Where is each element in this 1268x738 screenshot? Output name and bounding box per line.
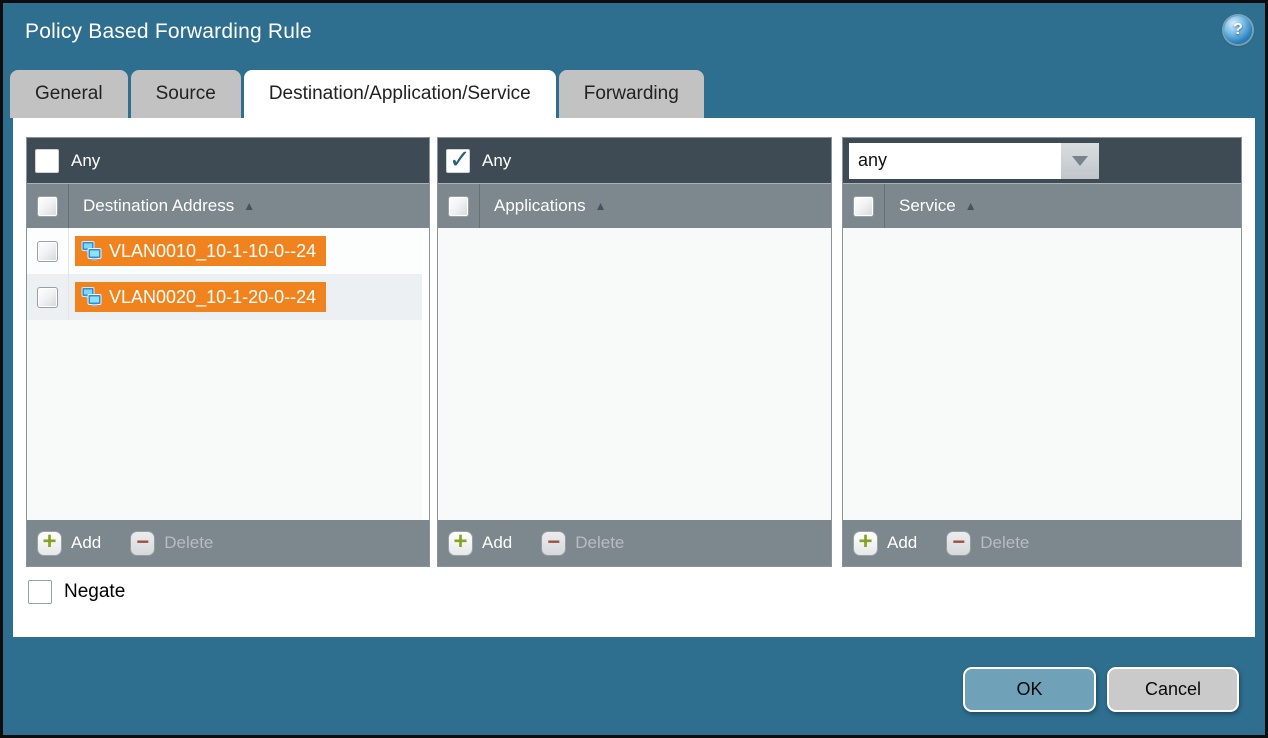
delete-button-label: Delete bbox=[164, 533, 213, 553]
tab-content-panel: Any Destination Address ▲ bbox=[13, 118, 1255, 637]
applications-header-label: Applications bbox=[494, 196, 586, 216]
destination-any-label: Any bbox=[71, 151, 100, 171]
service-column-header: Service ▲ bbox=[843, 184, 1241, 228]
tab-forwarding[interactable]: Forwarding bbox=[559, 70, 704, 118]
negate-label: Negate bbox=[64, 581, 125, 603]
applications-column-header: Applications ▲ bbox=[438, 184, 831, 228]
service-dropdown bbox=[849, 143, 1099, 179]
network-icon bbox=[79, 239, 103, 263]
tab-general[interactable]: General bbox=[10, 70, 128, 118]
service-header-label: Service bbox=[899, 196, 956, 216]
destination-sort-header[interactable]: Destination Address ▲ bbox=[83, 196, 255, 216]
tab-source[interactable]: Source bbox=[131, 70, 241, 118]
destination-any-bar: Any bbox=[27, 138, 429, 184]
applications-sort-header[interactable]: Applications ▲ bbox=[494, 196, 607, 216]
applications-footer: + Add − Delete bbox=[438, 520, 831, 566]
negate-checkbox[interactable] bbox=[28, 580, 52, 604]
destination-column-header: Destination Address ▲ bbox=[27, 184, 429, 228]
add-button[interactable]: + bbox=[37, 531, 62, 556]
row-checkbox[interactable] bbox=[37, 287, 58, 308]
destination-list: VLAN0010_10-1-10-0--24 bbox=[27, 228, 429, 520]
destination-select-all-checkbox[interactable] bbox=[37, 196, 58, 217]
delete-button[interactable]: − bbox=[946, 531, 971, 556]
delete-button[interactable]: − bbox=[130, 531, 155, 556]
destination-footer: + Add − Delete bbox=[27, 520, 429, 566]
applications-panel: Any Applications ▲ + Add − Delete bbox=[437, 137, 832, 567]
service-footer: + Add − Delete bbox=[843, 520, 1241, 566]
address-object-label: VLAN0010_10-1-10-0--24 bbox=[109, 241, 316, 262]
applications-any-label: Any bbox=[482, 151, 511, 171]
add-button-label[interactable]: Add bbox=[71, 533, 101, 553]
cancel-button[interactable]: Cancel bbox=[1107, 667, 1239, 712]
delete-button[interactable]: − bbox=[541, 531, 566, 556]
destination-address-panel: Any Destination Address ▲ bbox=[26, 137, 430, 567]
tab-destination-application-service[interactable]: Destination/Application/Service bbox=[244, 70, 556, 118]
destination-any-checkbox[interactable] bbox=[35, 149, 59, 173]
sort-asc-arrow: ▲ bbox=[243, 200, 255, 212]
tab-bar: General Source Destination/Application/S… bbox=[10, 70, 704, 118]
chevron-down-icon bbox=[1072, 156, 1088, 166]
applications-list bbox=[438, 228, 831, 520]
address-object-chip[interactable]: VLAN0010_10-1-10-0--24 bbox=[75, 236, 326, 266]
service-any-bar bbox=[843, 138, 1241, 184]
destination-row: VLAN0010_10-1-10-0--24 bbox=[27, 228, 429, 274]
add-button-label[interactable]: Add bbox=[482, 533, 512, 553]
policy-based-forwarding-dialog: Policy Based Forwarding Rule ? General S… bbox=[0, 0, 1268, 738]
ok-button[interactable]: OK bbox=[963, 667, 1096, 712]
question-mark-glyph: ? bbox=[1233, 21, 1243, 39]
service-dropdown-button[interactable] bbox=[1061, 143, 1099, 179]
add-button[interactable]: + bbox=[448, 531, 473, 556]
add-button[interactable]: + bbox=[853, 531, 878, 556]
negate-option: Negate bbox=[28, 580, 125, 604]
address-object-chip[interactable]: VLAN0020_10-1-20-0--24 bbox=[75, 282, 326, 312]
row-checkbox[interactable] bbox=[37, 241, 58, 262]
add-button-label[interactable]: Add bbox=[887, 533, 917, 553]
delete-button-label: Delete bbox=[980, 533, 1029, 553]
dialog-title: Policy Based Forwarding Rule bbox=[25, 20, 312, 44]
applications-any-bar: Any bbox=[438, 138, 831, 184]
service-select-all-checkbox[interactable] bbox=[853, 196, 874, 217]
service-panel: Service ▲ + Add − Delete bbox=[842, 137, 1242, 567]
network-icon bbox=[79, 285, 103, 309]
applications-any-checkbox[interactable] bbox=[446, 149, 470, 173]
service-list bbox=[843, 228, 1241, 520]
help-icon[interactable]: ? bbox=[1224, 16, 1252, 44]
sort-asc-arrow: ▲ bbox=[595, 200, 607, 212]
applications-select-all-checkbox[interactable] bbox=[448, 196, 469, 217]
sort-asc-arrow: ▲ bbox=[965, 200, 977, 212]
address-object-label: VLAN0020_10-1-20-0--24 bbox=[109, 287, 316, 308]
service-sort-header[interactable]: Service ▲ bbox=[899, 196, 977, 216]
scrollbar-track[interactable] bbox=[422, 228, 429, 520]
destination-row: VLAN0020_10-1-20-0--24 bbox=[27, 274, 429, 320]
destination-header-label: Destination Address bbox=[83, 196, 234, 216]
delete-button-label: Delete bbox=[575, 533, 624, 553]
service-dropdown-input[interactable] bbox=[849, 143, 1061, 179]
